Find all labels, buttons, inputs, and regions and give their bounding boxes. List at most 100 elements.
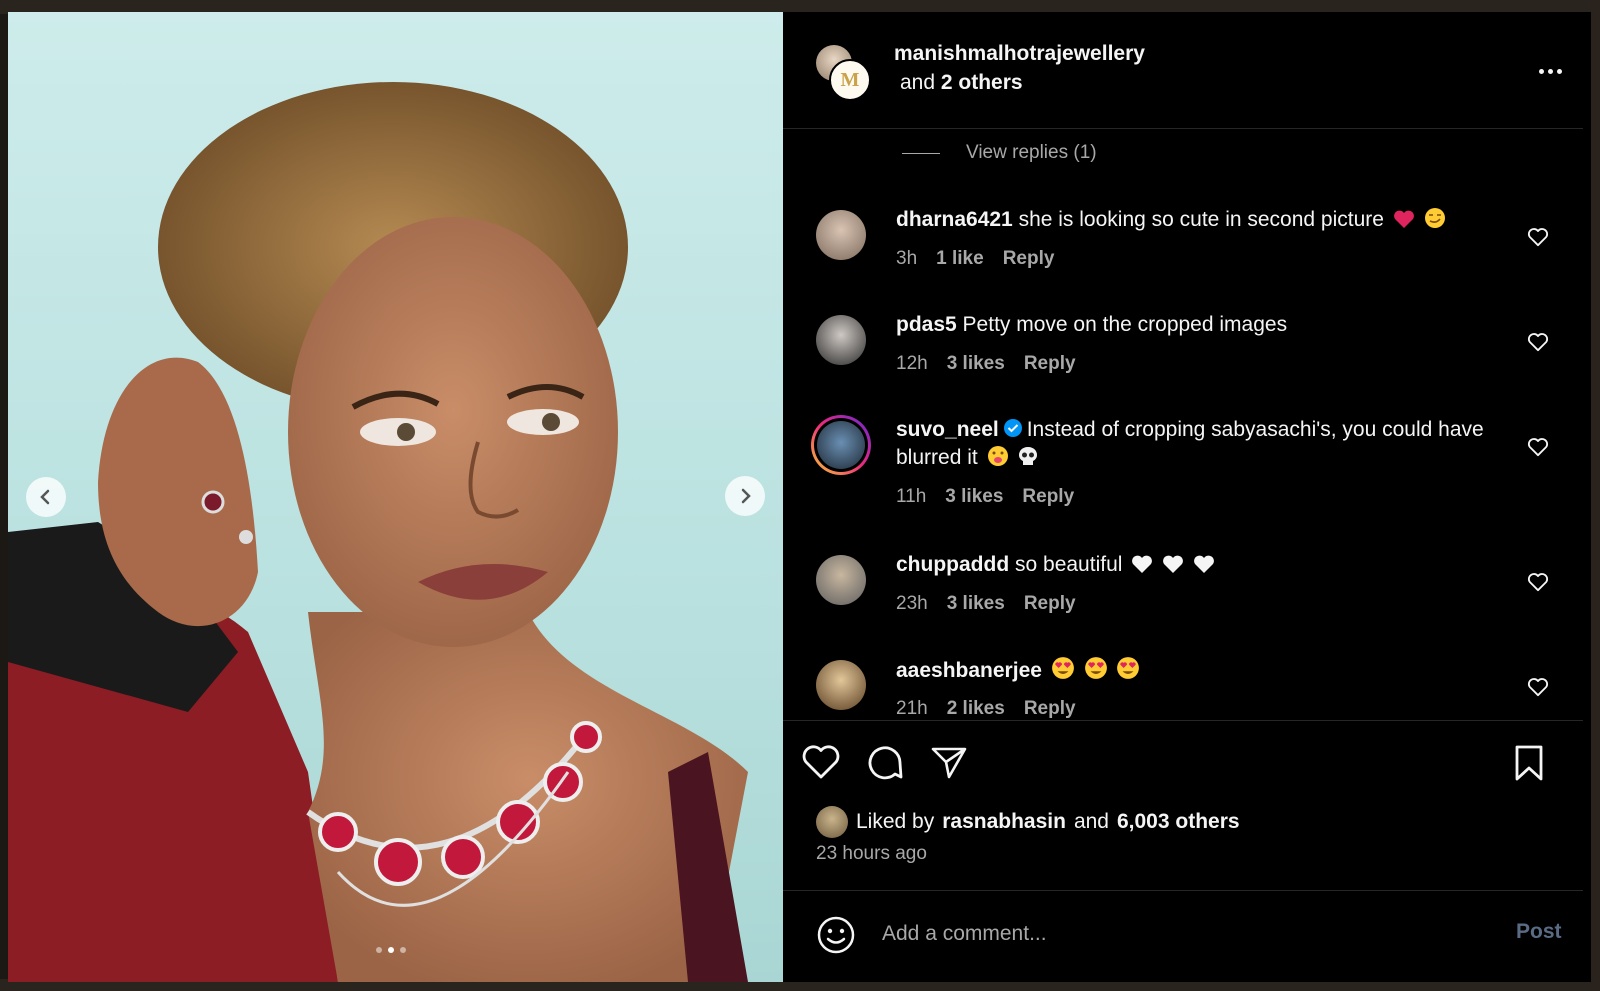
emoji-picker-icon[interactable] [816,915,856,955]
share-icon[interactable] [929,743,969,783]
comment-body: so beautiful [1015,553,1123,576]
more-options-button[interactable] [1539,66,1569,76]
commenter-username[interactable]: pdas5 [896,313,957,336]
dot-icon [1548,68,1553,74]
comment-text: suvo_neel Instead of cropping sabyasachi'… [896,416,1536,472]
white-heart-icon [1194,555,1214,573]
comment-likes[interactable]: 3 likes [947,353,1005,375]
background-feed-right [1590,0,1600,991]
author-avatar[interactable]: M [829,59,871,101]
post-actions: Liked by rasnabhasin and 6,003 others 23… [783,720,1583,891]
comment-icon[interactable] [865,743,905,783]
author-username[interactable]: manishmalhotrajewellery [894,42,1145,66]
comment-likes[interactable]: 3 likes [947,593,1005,615]
comment-time: 21h [896,698,928,719]
heart-eyes-icon [1117,657,1140,679]
dot-icon [1539,68,1544,74]
comment-item: chuppaddd so beautiful 23h 3 likes Reply [783,542,1583,637]
commenter-username[interactable]: dharna6421 [896,208,1013,231]
post-comment-button[interactable]: Post [1516,920,1562,944]
commenter-avatar[interactable] [816,210,866,260]
comment-like-icon[interactable] [1527,677,1549,697]
post-details-panel: M manishmalhotrajewellery and 2 others V… [783,12,1591,982]
heart-eyes-icon [1051,657,1074,679]
comment-time: 11h [896,486,927,507]
view-replies-label: View replies (1) [966,142,1097,163]
brand-logo: M [840,68,860,91]
view-replies-button[interactable]: View replies (1) [902,142,1097,164]
white-heart-icon [1163,555,1184,573]
previous-photo-button[interactable] [26,477,66,517]
reply-button[interactable]: Reply [1024,698,1076,719]
reply-button[interactable]: Reply [1024,353,1076,375]
commenter-avatar[interactable] [816,555,866,605]
comment-meta: 12h 3 likes Reply [896,353,1076,375]
comment-like-icon[interactable] [1527,227,1549,247]
verified-badge-icon [1003,419,1022,437]
comment-time: 3h [896,248,918,269]
liker-avatar[interactable] [816,806,848,838]
comment-likes[interactable]: 3 likes [945,486,1003,508]
comment-meta: 21h 2 likes Reply [896,698,1076,719]
smirk-face-icon [1424,208,1445,228]
comment-body: Petty move on the cropped images [962,313,1288,336]
commenter-avatar-story[interactable] [811,415,871,475]
comment-meta: 11h 3 likes Reply [896,486,1074,508]
collaborators-link[interactable]: and 2 others [900,71,1023,95]
comment-item: aaeshbanerjee 21h 2 likes Reply [783,647,1583,719]
commenter-avatar[interactable] [816,660,866,710]
comment-item: pdas5 Petty move on the cropped images 1… [783,302,1583,397]
post-photo [8,12,783,982]
bookmark-icon[interactable] [1511,743,1547,783]
comment-item: suvo_neel Instead of cropping sabyasachi'… [783,407,1583,532]
carousel-dot [400,947,406,953]
comment-body: she is looking so cute in second picture [1018,208,1384,231]
comment-likes[interactable]: 1 like [936,248,984,270]
tongue-face-icon [987,446,1008,466]
skull-icon [1019,447,1038,465]
post-modal: M manishmalhotrajewellery and 2 others V… [8,12,1591,982]
comment-meta: 23h 3 likes Reply [896,593,1076,615]
comment-like-icon[interactable] [1527,572,1549,592]
liked-conjunction: and [1073,810,1109,833]
replies-divider-line [902,152,940,154]
chevron-left-icon [40,489,50,505]
comment-text: pdas5 Petty move on the cropped images [896,311,1536,339]
commenter-avatar[interactable] [816,315,866,365]
like-icon[interactable] [801,743,841,781]
comments-list[interactable]: dharna6421 she is looking so cute in sec… [783,187,1591,719]
commenter-username[interactable]: suvo_neel [896,418,999,441]
next-photo-button[interactable] [725,476,765,516]
liker-username[interactable]: rasnabhasin [942,810,1066,834]
comment-item: dharna6421 she is looking so cute in sec… [783,197,1583,292]
comment-composer: Post [783,890,1583,983]
carousel-dot-active [388,947,394,953]
white-heart-icon [1132,555,1153,573]
carousel-dot [376,947,382,953]
comment-text: dharna6421 she is looking so cute in sec… [896,206,1536,234]
collab-prefix: and [900,71,936,94]
carousel-indicator [376,947,406,953]
comment-like-icon[interactable] [1527,437,1549,457]
reply-button[interactable]: Reply [1024,593,1076,615]
likes-count-link[interactable]: 6,003 others [1117,810,1240,834]
red-heart-icon [1393,210,1414,228]
post-timestamp[interactable]: 23 hours ago [816,843,927,865]
portrait-illustration [8,82,748,982]
likes-summary: Liked by rasnabhasin and 6,003 others [816,806,1240,838]
collab-count: 2 others [940,71,1023,94]
comment-input[interactable] [880,913,1484,955]
commenter-username[interactable]: aaeshbanerjee [896,659,1042,682]
comment-like-icon[interactable] [1527,332,1549,352]
comment-time: 12h [896,353,928,374]
chevron-right-icon [741,488,751,504]
commenter-username[interactable]: chuppaddd [896,553,1009,576]
reply-button[interactable]: Reply [1003,248,1055,270]
post-header: M manishmalhotrajewellery and 2 others [783,12,1583,129]
comment-text: aaeshbanerjee [896,656,1536,685]
reply-button[interactable]: Reply [1022,486,1074,508]
comment-likes[interactable]: 2 likes [947,698,1005,719]
commenter-avatar [817,421,865,469]
dot-icon [1557,68,1562,74]
liked-by-label: Liked by [856,810,935,833]
